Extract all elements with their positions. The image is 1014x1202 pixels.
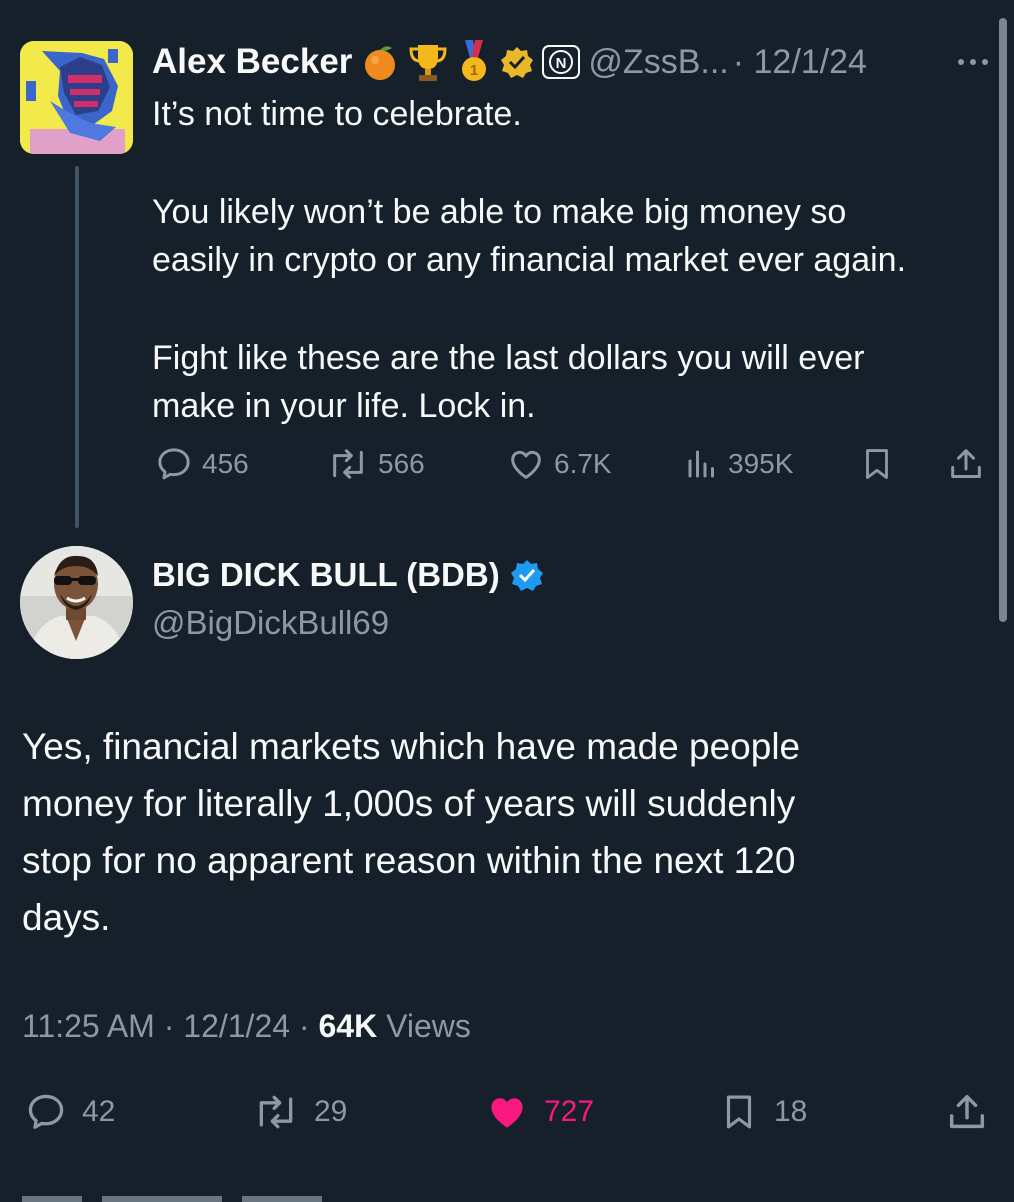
first-place-medal-icon: 1	[456, 40, 492, 84]
parent-tweet-line: Fight like these are the last dollars yo…	[152, 339, 865, 377]
main-tweet-line: money for literally 1,000s of years will…	[22, 783, 796, 824]
main-bookmark-button[interactable]: 18	[718, 1086, 807, 1138]
svg-text:1: 1	[470, 62, 478, 79]
share-icon	[951, 449, 981, 478]
more-options-icon[interactable]	[955, 44, 991, 80]
main-like-count: 727	[544, 1095, 595, 1128]
parent-bookmark-button[interactable]	[858, 442, 896, 486]
affiliate-badge-icon: N	[542, 45, 581, 79]
main-tweet-line: Yes, financial markets which have made p…	[22, 726, 801, 767]
views-count: 64K	[318, 1008, 378, 1044]
parent-share-button[interactable]	[946, 442, 986, 486]
main-author-handle[interactable]: @BigDickBull69	[152, 604, 389, 642]
share-icon	[949, 1094, 985, 1129]
parent-reply-button[interactable]: 456	[154, 442, 249, 486]
tweet-time[interactable]: 11:25 AM	[22, 1008, 155, 1044]
bookmark-icon	[726, 1095, 752, 1129]
main-tweet-text: Yes, financial markets which have made p…	[22, 718, 982, 946]
reply-icon	[28, 1094, 64, 1129]
main-tweet-line: stop for no apparent reason within the n…	[22, 840, 796, 881]
repost-icon	[259, 1095, 293, 1129]
parent-author-name[interactable]: Alex Becker	[152, 42, 352, 82]
main-like-button[interactable]: 727	[484, 1086, 594, 1138]
avatar-alex-becker[interactable]	[20, 41, 133, 154]
parent-tweet-line: easily in crypto or any financial market…	[152, 241, 907, 279]
main-tweet-action-bar: 42 29 727 18	[0, 1086, 1014, 1138]
main-author-name-row: BIG DICK BULL (BDB)	[152, 556, 544, 594]
trophy-emoji-icon	[408, 41, 448, 83]
main-reply-count: 42	[82, 1095, 116, 1128]
parent-tweet-line: You likely won’t be able to make big mon…	[152, 193, 847, 231]
parent-tweet-date[interactable]: · 12/1/24	[733, 43, 867, 82]
avatar-big-dick-bull[interactable]	[20, 546, 133, 659]
main-author-name[interactable]: BIG DICK BULL (BDB)	[152, 556, 500, 594]
parent-views-button[interactable]: 395K	[684, 442, 793, 486]
blue-verified-badge-icon	[510, 558, 544, 592]
gold-verified-badge-icon	[500, 45, 534, 79]
heart-filled-icon	[491, 1098, 523, 1128]
parent-views-count: 395K	[728, 448, 794, 479]
main-repost-count: 29	[314, 1095, 348, 1128]
heart-icon	[511, 450, 541, 479]
tweet-date[interactable]: · 12/1/24 ·	[164, 1008, 310, 1044]
parent-tweet-line: make in your life. Lock in.	[152, 387, 536, 425]
parent-tweet-line: It’s not time to celebrate.	[152, 95, 522, 133]
parent-tweet-text: It’s not time to celebrate. You likely w…	[152, 90, 1002, 430]
svg-text:N: N	[556, 55, 567, 72]
parent-repost-button[interactable]: 566	[326, 442, 425, 486]
parent-tweet-action-bar: 456 566 6.7K 395K	[0, 442, 1014, 486]
bookmark-icon	[866, 449, 888, 479]
repost-icon	[333, 449, 363, 479]
main-bookmark-count: 18	[774, 1095, 808, 1128]
avatar-pixel-art	[20, 41, 133, 154]
parent-repost-count: 566	[378, 448, 425, 479]
main-repost-button[interactable]: 29	[252, 1086, 347, 1138]
parent-like-count: 6.7K	[554, 448, 612, 479]
reply-icon	[158, 448, 190, 480]
tweet-timestamp-views: 11:25 AM · 12/1/24 · 64K Views	[22, 1008, 471, 1045]
main-share-button[interactable]	[944, 1086, 990, 1138]
parent-like-button[interactable]: 6.7K	[506, 442, 612, 486]
main-reply-button[interactable]: 42	[24, 1086, 115, 1138]
main-tweet-line: days.	[22, 897, 111, 938]
parent-reply-count: 456	[202, 448, 249, 479]
orange-emoji-icon	[360, 42, 400, 82]
views-chart-icon	[688, 450, 714, 478]
avatar-photo	[20, 546, 133, 659]
parent-tweet-header: Alex Becker 1 N @ZssB... · 12/1/24	[152, 38, 867, 86]
parent-author-handle[interactable]: @ZssB...	[588, 43, 728, 82]
views-label: Views	[386, 1008, 471, 1044]
